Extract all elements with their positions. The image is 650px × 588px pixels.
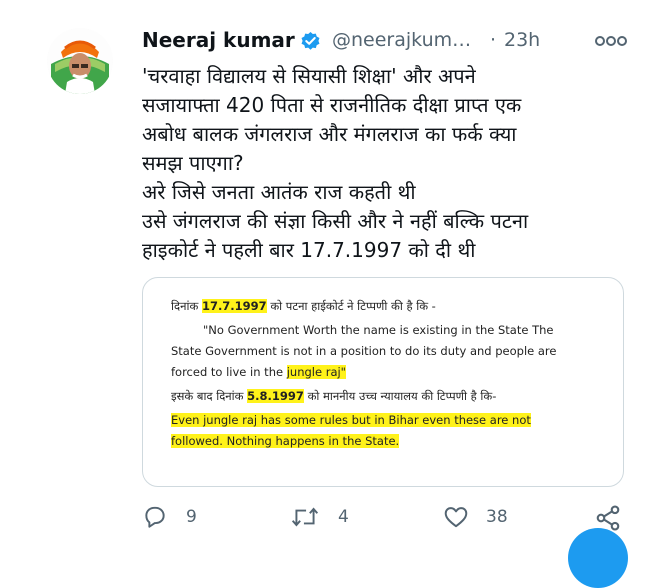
author-name[interactable]: Neeraj kumar (142, 28, 295, 52)
author-handle[interactable]: @neerajkum… (332, 29, 471, 51)
highlighted-text: jungle raj" (286, 365, 346, 379)
retweet-icon (291, 507, 319, 527)
compose-tweet-button[interactable] (568, 528, 628, 588)
highlighted-text: followed. Nothing happens in the State. (171, 434, 400, 448)
quote-line: "No Government Worth the name is existin… (203, 323, 554, 337)
card-line-1: दिनांक 17.7.1997 को पटना हाईकोर्ट ने टिप… (171, 296, 601, 317)
quote-line: forced to live in the jungle raj" (171, 362, 601, 383)
card-text: forced to live in the (171, 365, 284, 379)
tweet-text-line: समझ पाएगा? (142, 151, 244, 175)
retweet-button[interactable]: 4 (290, 502, 370, 532)
separator-dot: · (490, 29, 497, 51)
tweet-text-line: हाइकोर्ट ने पहली बार 17.7.1997 को दी थी (142, 238, 476, 262)
tweet-text-line: उसे जंगलराज की संज्ञा किसी और ने नहीं बल… (142, 209, 529, 233)
like-button[interactable]: 38 (442, 502, 522, 532)
tweet-text-line: सजायाफ्ता 420 पिता से राजनीतिक दीक्षा प्… (142, 93, 522, 117)
reply-count: 9 (186, 507, 197, 527)
tweet-text-line: अबोध बालक जंगलराज और मंगलराज का फर्क क्य… (142, 122, 517, 146)
card-text: दिनांक (171, 299, 199, 313)
attached-image[interactable]: दिनांक 17.7.1997 को पटना हाईकोर्ट ने टिप… (142, 277, 624, 487)
highlighted-text: Even jungle raj has some rules but in Bi… (171, 413, 531, 427)
highlighted-date: 5.8.1997 (247, 389, 304, 403)
card-text: इसके बाद दिनांक (171, 389, 244, 403)
like-icon (444, 507, 468, 528)
quote-line: State Government is not in a position to… (171, 344, 557, 358)
verified-badge-icon (301, 31, 320, 50)
tweet-actions: 9 4 38 (142, 502, 632, 532)
reply-icon (145, 506, 165, 528)
like-count: 38 (486, 507, 508, 527)
avatar-image (47, 28, 113, 94)
card-text: को पटना हाईकोर्ट ने टिप्पणी की है कि - (270, 299, 436, 313)
card-text: को माननीय उच्च न्यायालय की टिप्पणी है कि… (307, 389, 497, 403)
tweet-text-line: अरे जिसे जनता आतंक राज कहती थी (142, 180, 416, 204)
highlighted-date: 17.7.1997 (201, 299, 267, 313)
reply-button[interactable]: 9 (142, 502, 222, 532)
tweet-header: Neeraj kumar @neerajkum… · 23h (142, 28, 632, 54)
tweet-timestamp[interactable]: 23h (504, 29, 540, 51)
avatar[interactable] (47, 28, 113, 94)
more-options-icon[interactable] (594, 30, 628, 52)
attached-image-content: दिनांक 17.7.1997 को पटना हाईकोर्ट ने टिप… (171, 296, 601, 452)
highlighted-quote: followed. Nothing happens in the State. (171, 431, 601, 452)
highlighted-quote: Even jungle raj has some rules but in Bi… (171, 410, 601, 431)
card-line-2: इसके बाद दिनांक 5.8.1997 को माननीय उच्च … (171, 386, 601, 407)
tweet-text-line: 'चरवाहा विद्यालय से सियासी शिक्षा' और अप… (142, 64, 476, 88)
tweet-text: 'चरवाहा विद्यालय से सियासी शिक्षा' और अप… (142, 62, 637, 265)
retweet-count: 4 (338, 507, 349, 527)
